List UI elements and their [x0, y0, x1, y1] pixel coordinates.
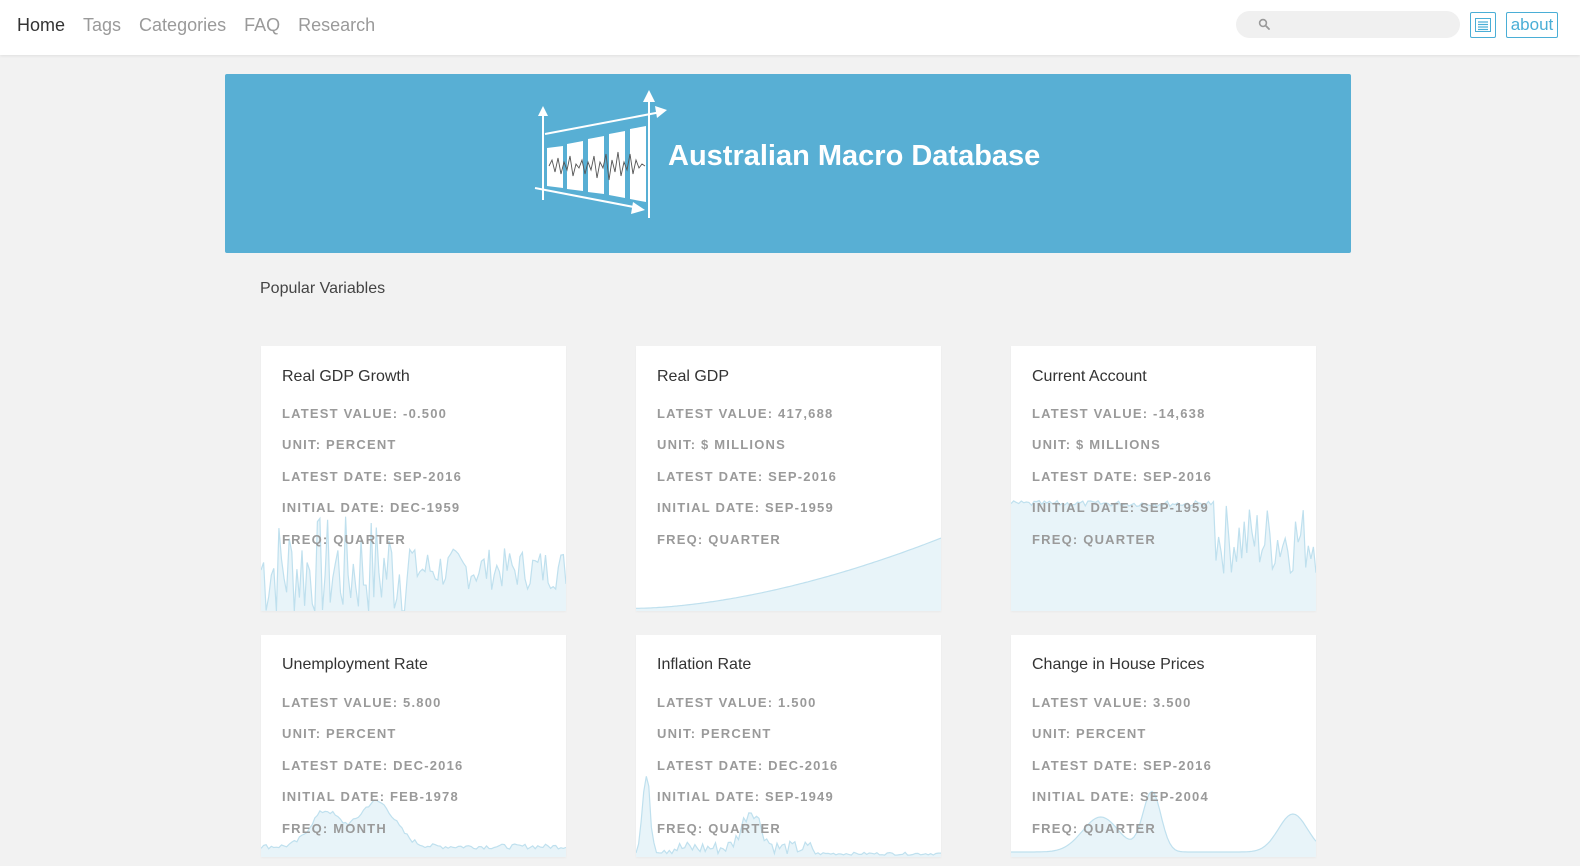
menu-button[interactable]	[1470, 12, 1496, 38]
about-button[interactable]: about	[1506, 12, 1558, 38]
card-initial-date: INITIAL DATE: SEP-1959	[657, 500, 834, 515]
card-unit: UNIT: PERCENT	[282, 437, 397, 452]
nav-link-research[interactable]: Research	[298, 13, 375, 37]
nav-links: Home Tags Categories FAQ Research	[17, 13, 393, 37]
card-unit: UNIT: PERCENT	[282, 726, 397, 741]
sparkline-area	[636, 538, 941, 611]
hero-banner: Australian Macro Database	[225, 74, 1351, 253]
card-unit: UNIT: PERCENT	[657, 726, 772, 741]
card-latest-date: LATEST DATE: SEP-2016	[1032, 469, 1213, 484]
nav-link-categories[interactable]: Categories	[139, 13, 226, 37]
card-title: Real GDP Growth	[282, 368, 410, 385]
card-latest-date: LATEST DATE: SEP-2016	[1032, 758, 1213, 773]
card-initial-date: INITIAL DATE: DEC-1959	[282, 500, 461, 515]
list-menu-icon	[1475, 18, 1491, 32]
card-title: Change in House Prices	[1032, 656, 1205, 673]
nav-link-tags[interactable]: Tags	[83, 13, 121, 37]
variable-card[interactable]: Inflation Rate LATEST VALUE: 1.500 UNIT:…	[636, 635, 941, 857]
card-frequency: FREQ: QUARTER	[1032, 821, 1156, 836]
search-icon	[1258, 18, 1270, 30]
macro-chart-logo-icon	[534, 90, 667, 218]
variable-card[interactable]: Real GDP Growth LATEST VALUE: -0.500 UNI…	[261, 346, 566, 611]
card-latest-value: LATEST VALUE: 5.800	[282, 695, 442, 710]
search-input[interactable]	[1280, 14, 1450, 35]
card-latest-value: LATEST VALUE: -0.500	[282, 406, 448, 421]
card-unit: UNIT: $ MILLIONS	[1032, 437, 1161, 452]
card-frequency: FREQ: QUARTER	[282, 532, 406, 547]
nav-link-home[interactable]: Home	[17, 13, 65, 37]
card-unit: UNIT: $ MILLIONS	[657, 437, 786, 452]
card-unit: UNIT: PERCENT	[1032, 726, 1147, 741]
section-title: Popular Variables	[260, 280, 386, 297]
sparkline-area	[1011, 500, 1316, 611]
card-latest-value: LATEST VALUE: 3.500	[1032, 695, 1192, 710]
card-title: Unemployment Rate	[282, 656, 428, 673]
card-latest-value: LATEST VALUE: -14,638	[1032, 406, 1206, 421]
card-latest-value: LATEST VALUE: 1.500	[657, 695, 817, 710]
card-frequency: FREQ: QUARTER	[657, 821, 781, 836]
card-initial-date: INITIAL DATE: FEB-1978	[282, 789, 459, 804]
card-latest-value: LATEST VALUE: 417,688	[657, 406, 834, 421]
card-frequency: FREQ: MONTH	[282, 821, 387, 836]
card-latest-date: LATEST DATE: SEP-2016	[657, 469, 838, 484]
card-initial-date: INITIAL DATE: SEP-1949	[657, 789, 834, 804]
card-initial-date: INITIAL DATE: SEP-1959	[1032, 500, 1209, 515]
variable-card[interactable]: Unemployment Rate LATEST VALUE: 5.800 UN…	[261, 635, 566, 857]
banner-title: Australian Macro Database	[668, 140, 1041, 172]
search-box	[1236, 11, 1460, 38]
card-latest-date: LATEST DATE: DEC-2016	[282, 758, 464, 773]
variable-card[interactable]: Change in House Prices LATEST VALUE: 3.5…	[1011, 635, 1316, 857]
card-frequency: FREQ: QUARTER	[657, 532, 781, 547]
card-title: Real GDP	[657, 368, 730, 385]
variable-card[interactable]: Current Account LATEST VALUE: -14,638 UN…	[1011, 346, 1316, 611]
card-title: Current Account	[1032, 368, 1147, 385]
card-initial-date: INITIAL DATE: SEP-2004	[1032, 789, 1209, 804]
card-frequency: FREQ: QUARTER	[1032, 532, 1156, 547]
variable-card[interactable]: Real GDP LATEST VALUE: 417,688 UNIT: $ M…	[636, 346, 941, 611]
nav-link-faq[interactable]: FAQ	[244, 13, 280, 37]
top-navbar: Home Tags Categories FAQ Research about	[0, 0, 1580, 55]
card-title: Inflation Rate	[657, 656, 752, 673]
card-latest-date: LATEST DATE: SEP-2016	[282, 469, 463, 484]
card-latest-date: LATEST DATE: DEC-2016	[657, 758, 839, 773]
